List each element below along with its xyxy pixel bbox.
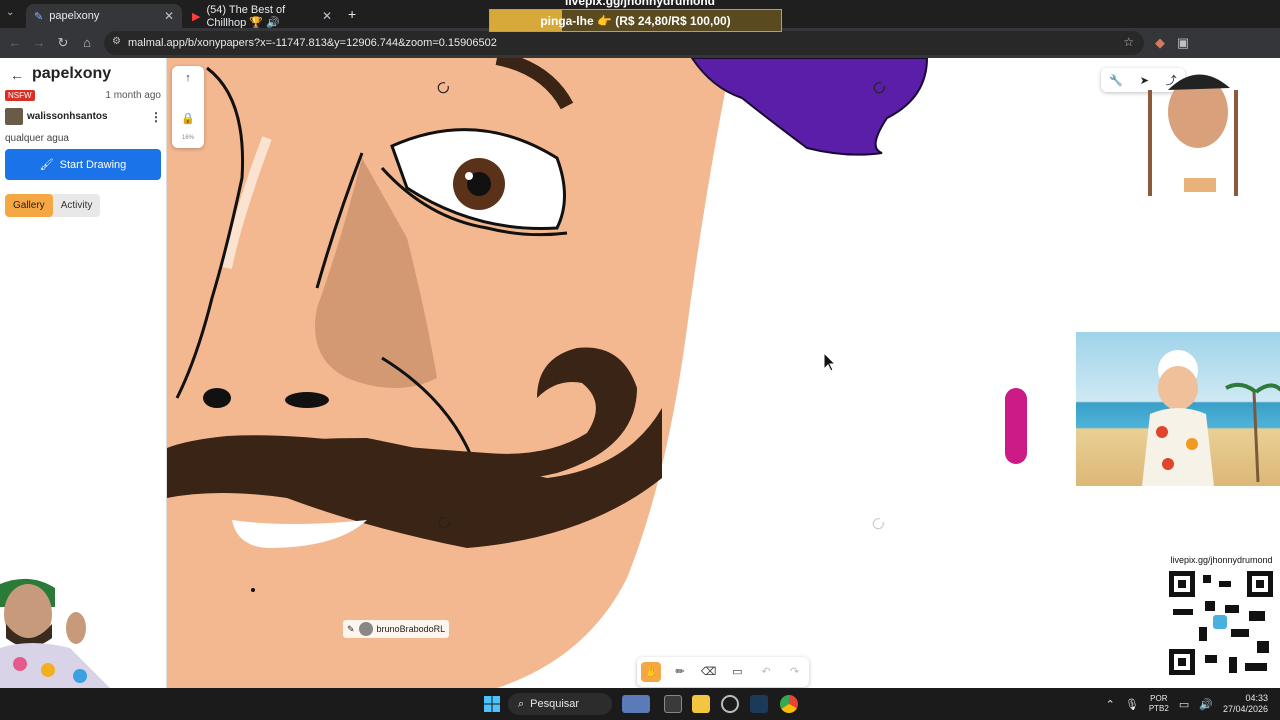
donation-text: pinga-lhe 👉 (R$ 24,80/R$ 100,00) xyxy=(540,14,731,28)
artist-credit[interactable]: ✎ brunoBrabodoRL xyxy=(343,620,450,638)
tab-activity[interactable]: Activity xyxy=(53,194,101,217)
start-drawing-label: Start Drawing xyxy=(59,158,127,171)
back-arrow-icon[interactable]: ← xyxy=(7,35,23,51)
taskbar-search[interactable]: ⌕ Pesquisar xyxy=(508,693,612,715)
stream-decoration xyxy=(1148,74,1238,196)
browser-toolbar: ← → ↻ ⌂ ⚙ malmal.app/b/xonypapers?x=-117… xyxy=(0,28,1280,58)
lang-line1: POR xyxy=(1150,694,1168,703)
nsfw-badge: NSFW xyxy=(5,90,35,101)
mouse-cursor-icon xyxy=(823,351,837,372)
clock-date: 27/04/2026 xyxy=(1222,704,1268,714)
language-indicator[interactable]: POR PTB2 xyxy=(1149,694,1169,714)
microphone-icon[interactable]: 🎙 xyxy=(1125,698,1139,711)
brush-icon: 🖌 xyxy=(39,159,54,171)
loading-spinner-icon xyxy=(872,518,884,530)
start-drawing-button[interactable]: 🖌 Start Drawing xyxy=(5,149,161,180)
board-description: qualquer agua xyxy=(5,133,69,144)
tab-title: (54) The Best of Chillhop 🏆 🔊 xyxy=(206,3,286,29)
widgets-icon[interactable] xyxy=(622,695,650,713)
reload-icon[interactable]: ↻ xyxy=(55,35,71,51)
artist-username: brunoBrabodoRL xyxy=(376,624,446,634)
close-tab-icon[interactable]: ✕ xyxy=(164,9,174,23)
sidebar-tabs: Gallery Activity xyxy=(5,194,101,217)
url-text: malmal.app/b/xonypapers?x=-11747.813&y=1… xyxy=(128,37,497,49)
wrench-icon[interactable]: 🔧 xyxy=(1109,74,1123,87)
home-icon[interactable]: ⌂ xyxy=(79,35,95,51)
qr-url-label: livepix.gg/jhonnydrumond xyxy=(1170,555,1273,565)
close-tab-icon[interactable]: ✕ xyxy=(322,9,332,23)
owner-row[interactable]: walissonhsantos ⋮ xyxy=(5,108,162,125)
tab-title: papelxony xyxy=(49,10,100,22)
character-beach-image xyxy=(1076,332,1280,486)
address-bar[interactable]: ⚙ malmal.app/b/xonypapers?x=-11747.813&y… xyxy=(104,31,1144,55)
magenta-stroke xyxy=(1005,388,1027,464)
windows-taskbar: ⌕ Pesquisar ⌃ 🎙 POR PTB2 ▭ 🔊 04:33 27/04… xyxy=(0,688,1280,720)
zoom-controls: ↑ 🔒 16% xyxy=(172,66,204,148)
new-tab-button[interactable]: + xyxy=(348,6,356,22)
webcam-overlay-top xyxy=(1140,60,1280,200)
search-label: Pesquisar xyxy=(530,698,580,710)
chevron-up-icon[interactable]: ⌃ xyxy=(1106,698,1115,711)
owner-username[interactable]: walissonhsantos xyxy=(27,111,108,122)
undo-icon[interactable]: ↶ xyxy=(756,662,776,682)
tab-favicon-icon: ✎ xyxy=(34,10,44,23)
purple-shape xyxy=(690,58,929,156)
extension-icon[interactable]: ◆ xyxy=(1152,35,1168,51)
steam-icon[interactable] xyxy=(750,695,768,713)
rectangle-tool-icon[interactable]: ▭ xyxy=(727,662,747,682)
back-arrow-icon[interactable]: ← xyxy=(10,67,24,83)
bookmark-star-icon[interactable]: ☆ xyxy=(1123,35,1134,49)
donation-progress-bar: pinga-lhe 👉 (R$ 24,80/R$ 100,00) xyxy=(489,9,782,32)
redo-icon[interactable]: ↷ xyxy=(785,662,805,682)
arrow-up-icon[interactable]: ↑ xyxy=(172,72,204,84)
pencil-icon: ✎ xyxy=(347,623,355,634)
lock-icon[interactable]: 🔒 xyxy=(172,112,204,125)
windows-start-icon[interactable] xyxy=(484,696,500,712)
pen-tool-icon[interactable]: ✏ xyxy=(670,662,690,682)
drawing-toolbar: ✋ ✏ ⌫ ▭ ↶ ↷ xyxy=(637,657,809,687)
more-options-icon[interactable]: ⋮ xyxy=(150,110,162,124)
search-icon: ⌕ xyxy=(518,697,525,710)
nostril xyxy=(203,388,231,408)
webcam-person xyxy=(0,578,110,688)
forward-arrow-icon[interactable]: → xyxy=(31,35,47,51)
site-info-icon[interactable]: ⚙ xyxy=(112,36,121,47)
tab-papelxony[interactable]: ✎ papelxony ✕ xyxy=(26,4,182,28)
eye-glint xyxy=(465,172,473,180)
board-title: papelxony xyxy=(32,65,112,82)
task-view-icon[interactable] xyxy=(664,695,682,713)
obs-icon[interactable] xyxy=(721,695,739,713)
webcam-overlay xyxy=(0,572,158,688)
lang-line2: PTB2 xyxy=(1148,704,1169,713)
clock-time: 04:33 xyxy=(1245,693,1268,703)
eraser-tool-icon[interactable]: ⌫ xyxy=(699,662,719,682)
clock[interactable]: 04:33 27/04/2026 xyxy=(1223,693,1268,715)
youtube-icon: ▶ xyxy=(192,10,201,23)
qr-code-icon xyxy=(1169,571,1273,675)
tab-chillhop[interactable]: ▶ (54) The Best of Chillhop 🏆 🔊 ✕ xyxy=(184,3,340,29)
avatar xyxy=(358,622,373,636)
hand-tool-icon[interactable]: ✋ xyxy=(641,662,662,682)
extensions-puzzle-icon[interactable]: ▣ xyxy=(1175,35,1191,51)
chrome-icon[interactable] xyxy=(780,695,798,713)
avatar xyxy=(5,108,23,125)
nostril xyxy=(285,392,329,408)
beach-illustration xyxy=(1142,350,1280,486)
tab-gallery[interactable]: Gallery xyxy=(5,194,53,217)
board-age: 1 month ago xyxy=(105,90,161,101)
volume-icon[interactable]: 🔊 xyxy=(1199,698,1213,711)
file-explorer-icon[interactable] xyxy=(692,695,710,713)
zoom-percentage: 16% xyxy=(181,135,194,141)
system-tray: ⌃ 🎙 POR PTB2 ▭ 🔊 04:33 27/04/2026 xyxy=(1106,688,1280,720)
donation-url-overlay: livepix.gg/jhonnydrumond xyxy=(565,0,715,8)
tab-search-chevron-icon[interactable]: ⌄ xyxy=(6,7,14,18)
dot xyxy=(251,588,255,592)
monitor-icon[interactable]: ▭ xyxy=(1179,698,1189,711)
qr-code-panel: livepix.gg/jhonnydrumond xyxy=(1163,553,1280,678)
